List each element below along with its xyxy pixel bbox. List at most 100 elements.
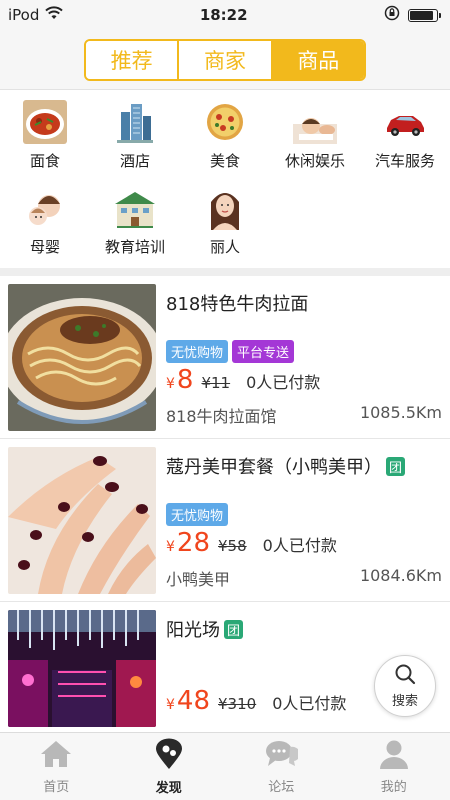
product-title-text: 818特色牛肉拉面 <box>166 294 309 315</box>
product-title-text: 阳光场 <box>166 620 220 641</box>
tab-label: 论坛 <box>268 779 295 795</box>
school-building-icon <box>113 186 157 230</box>
header: 推荐 商家 商品 <box>0 30 450 90</box>
paid-count: 0人已付款 <box>246 373 321 392</box>
category-hotel[interactable]: 酒店 <box>90 96 180 182</box>
battery-fill <box>409 10 434 20</box>
category-grid: 面食 酒店 美食 休闲娱乐 汽车服务 母婴 教育培训 丽人 <box>0 90 450 268</box>
product-info: 蔻丹美甲套餐（小鸭美甲）团 无忧购物 ¥28 ¥58 0人已付款 小鸭美甲 10… <box>156 447 442 593</box>
segment-control: 推荐 商家 商品 <box>84 38 366 81</box>
orientation-lock-icon <box>384 5 400 25</box>
distance: 1085.5Km <box>359 403 442 422</box>
wifi-icon <box>45 6 64 24</box>
pizza-icon <box>203 100 247 144</box>
original-price: ¥11 <box>201 374 231 392</box>
chat-bubbles-icon <box>264 739 301 773</box>
current-price: ¥28 <box>166 528 210 558</box>
tag-worry-free: 无忧购物 <box>166 340 229 363</box>
product-image-manicure <box>8 447 156 594</box>
category-label: 丽人 <box>209 238 240 256</box>
category-car-service[interactable]: 汽车服务 <box>360 96 450 182</box>
category-label: 母婴 <box>29 238 60 256</box>
product-info: 818特色牛肉拉面 无忧购物 平台专送 ¥8 ¥11 0人已付款 818牛肉拉面… <box>156 284 442 430</box>
tab-home[interactable]: 首页 <box>0 733 113 800</box>
category-mother-baby[interactable]: 母婴 <box>0 182 90 268</box>
list-item[interactable]: 蔻丹美甲套餐（小鸭美甲）团 无忧购物 ¥28 ¥58 0人已付款 小鸭美甲 10… <box>0 439 450 602</box>
search-label: 搜索 <box>391 694 418 709</box>
mother-baby-icon <box>23 186 67 230</box>
beauty-woman-icon <box>203 186 247 230</box>
bottom-tab-bar: 首页 发现 论坛 我的 <box>0 732 450 800</box>
price-row: ¥8 ¥11 0人已付款 <box>166 365 442 395</box>
tag-worry-free: 无忧购物 <box>166 503 229 526</box>
tab-label: 我的 <box>380 779 407 795</box>
paid-count: 0人已付款 <box>262 536 337 555</box>
product-image-ktv-venue <box>8 610 156 727</box>
search-icon <box>394 663 416 689</box>
original-price: ¥58 <box>218 537 247 555</box>
category-leisure[interactable]: 休闲娱乐 <box>270 96 360 182</box>
tab-forum[interactable]: 论坛 <box>225 733 338 800</box>
tab-merchants[interactable]: 商家 <box>179 40 273 79</box>
price-value: 8 <box>176 365 194 395</box>
category-label: 酒店 <box>119 152 150 170</box>
status-time: 18:22 <box>199 6 248 24</box>
search-button[interactable]: 搜索 <box>374 655 436 717</box>
meta-row: 小鸭美甲 1084.6Km <box>166 566 442 590</box>
tab-recommend[interactable]: 推荐 <box>86 40 180 79</box>
product-tags: 无忧购物 平台专送 <box>166 340 442 363</box>
original-price: ¥310 <box>218 695 257 713</box>
category-label: 美食 <box>209 152 240 170</box>
category-label: 汽车服务 <box>374 152 435 170</box>
product-title-text: 蔻丹美甲套餐（小鸭美甲） <box>166 457 382 478</box>
category-education[interactable]: 教育培训 <box>90 182 180 268</box>
product-list: 818特色牛肉拉面 无忧购物 平台专送 ¥8 ¥11 0人已付款 818牛肉拉面… <box>0 276 450 727</box>
paid-count: 0人已付款 <box>272 694 347 713</box>
currency-symbol: ¥ <box>166 697 175 713</box>
tab-discover[interactable]: 发现 <box>113 733 226 800</box>
battery-icon <box>407 8 441 22</box>
currency-symbol: ¥ <box>166 376 175 392</box>
spa-massage-icon <box>293 100 337 144</box>
section-divider <box>0 268 450 276</box>
meta-row: 818牛肉拉面馆 1085.5Km <box>166 403 442 427</box>
category-noodles[interactable]: 面食 <box>0 96 90 182</box>
product-title: 818特色牛肉拉面 <box>166 290 442 316</box>
price-value: 48 <box>176 686 211 716</box>
category-beauty[interactable]: 丽人 <box>180 182 270 268</box>
currency-symbol: ¥ <box>166 539 175 555</box>
product-tags: 无忧购物 <box>166 503 442 526</box>
product-title: 蔻丹美甲套餐（小鸭美甲）团 <box>166 453 442 479</box>
product-image-beef-noodles <box>8 284 156 431</box>
current-price: ¥48 <box>166 686 210 716</box>
noodle-dish-icon <box>23 100 67 144</box>
tab-me[interactable]: 我的 <box>338 733 450 800</box>
car-icon <box>383 100 427 144</box>
shop-name: 818牛肉拉面馆 <box>166 407 277 426</box>
hotel-building-icon <box>113 100 157 144</box>
carrier-label: iPod <box>8 6 40 24</box>
shop-name: 小鸭美甲 <box>166 570 231 589</box>
status-bar: iPod 18:22 <box>0 0 450 30</box>
distance: 1084.6Km <box>359 566 442 585</box>
tag-platform-delivery: 平台专送 <box>232 340 295 363</box>
location-pin-icon <box>152 738 186 774</box>
home-icon <box>39 739 73 773</box>
price-value: 28 <box>176 528 211 558</box>
list-item[interactable]: 818特色牛肉拉面 无忧购物 平台专送 ¥8 ¥11 0人已付款 818牛肉拉面… <box>0 276 450 439</box>
tab-products[interactable]: 商品 <box>272 40 364 79</box>
category-label: 面食 <box>29 152 60 170</box>
price-row: ¥28 ¥58 0人已付款 <box>166 528 442 558</box>
category-label: 教育培训 <box>104 238 165 256</box>
category-label: 休闲娱乐 <box>284 152 345 170</box>
status-right <box>384 5 441 25</box>
tab-label: 首页 <box>43 779 70 795</box>
group-buy-badge: 团 <box>386 456 405 476</box>
user-icon <box>377 739 411 773</box>
status-left: iPod <box>8 6 64 24</box>
tab-label: 发现 <box>155 780 182 796</box>
group-buy-badge: 团 <box>224 619 243 639</box>
current-price: ¥8 <box>166 365 193 395</box>
category-food[interactable]: 美食 <box>180 96 270 182</box>
product-title: 阳光场团 <box>166 616 442 642</box>
